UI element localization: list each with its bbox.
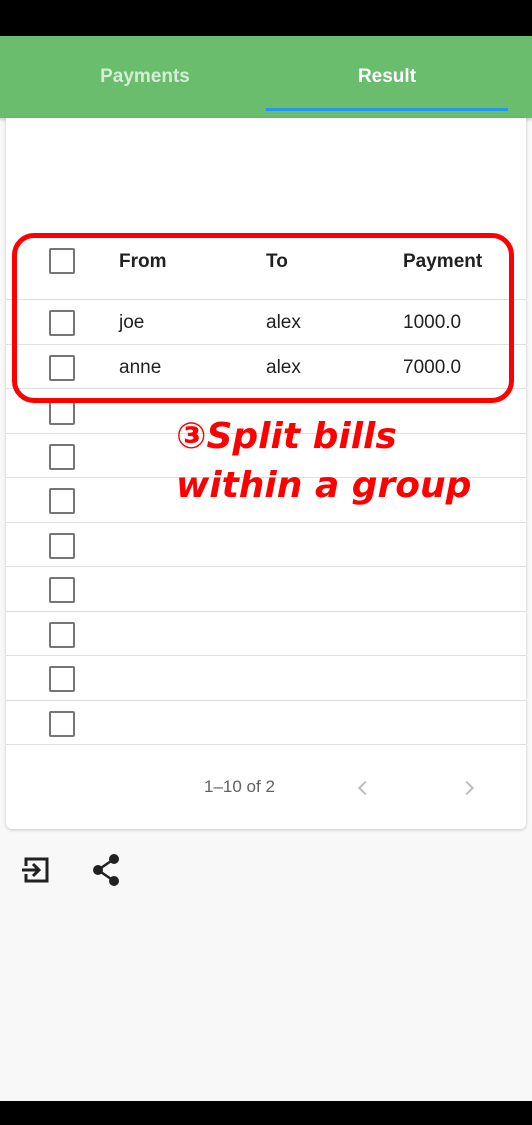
row-checkbox[interactable] — [49, 444, 75, 470]
empty-table-row — [6, 612, 526, 656]
row-checkbox[interactable] — [49, 622, 75, 648]
tab-indicator — [266, 108, 508, 111]
annotation-line-2: within a group — [176, 465, 472, 506]
empty-table-row — [6, 656, 526, 701]
annotation-highlight-box — [12, 233, 514, 403]
annotation-caption: ③Split bills within a group — [176, 412, 496, 510]
chevron-left-icon[interactable] — [352, 777, 374, 799]
row-checkbox[interactable] — [49, 577, 75, 603]
navigation-bar — [0, 1101, 532, 1125]
annotation-line-1: ③Split bills — [176, 416, 397, 457]
action-toolbar — [0, 850, 532, 894]
exit-to-app-icon[interactable] — [16, 850, 56, 890]
empty-table-row — [6, 701, 526, 745]
empty-table-row — [6, 523, 526, 567]
row-checkbox[interactable] — [49, 533, 75, 559]
share-icon[interactable] — [87, 850, 127, 890]
status-bar — [0, 0, 532, 36]
pagination-range-text: 1–10 of 2 — [204, 777, 275, 796]
tab-result[interactable]: Result — [266, 36, 508, 118]
tab-bar: Payments Result — [0, 36, 532, 118]
row-checkbox[interactable] — [49, 711, 75, 737]
tab-payments[interactable]: Payments — [24, 36, 266, 118]
table-pagination: 1–10 of 2 — [6, 745, 526, 829]
empty-table-row — [6, 567, 526, 612]
row-checkbox[interactable] — [49, 666, 75, 692]
chevron-right-icon[interactable] — [458, 777, 480, 799]
row-checkbox[interactable] — [49, 488, 75, 514]
